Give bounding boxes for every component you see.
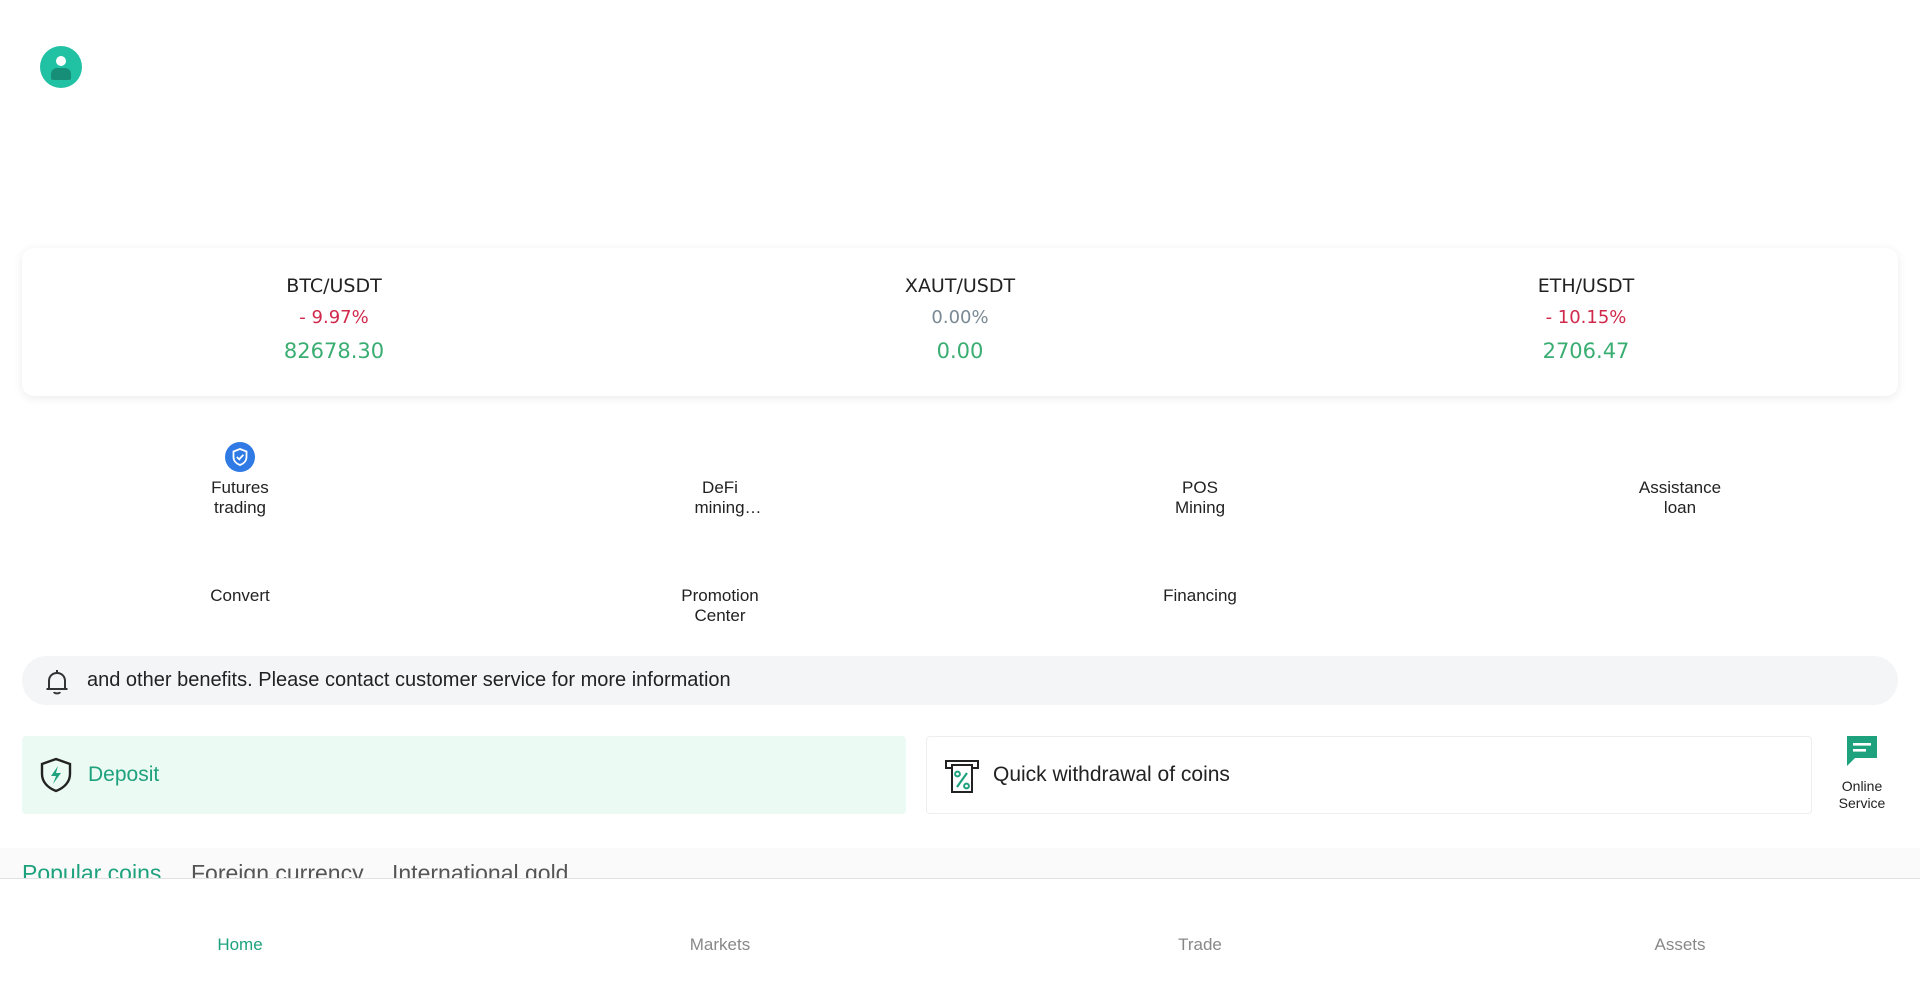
menu-label: trading [214,498,266,517]
menu-assistance-loan[interactable]: Assistance loan [1580,478,1780,518]
nav-trade[interactable]: Trade [1100,935,1300,955]
menu-label: POS [1182,478,1218,497]
menu-defi-mining[interactable]: DeFi mining… [620,478,820,518]
menu-label: Mining [1174,498,1226,517]
ticker-pair: ETH/USDT [1537,275,1635,297]
ticker-change: 0.00% [931,307,989,328]
ticker-price: 2706.47 [1542,339,1630,363]
avatar[interactable] [40,46,82,88]
menu-label: loan [1663,498,1697,517]
menu-label: Promotion [681,586,759,605]
avatar-head [56,56,66,66]
shield-bolt-icon [40,757,72,793]
tab-popular-coins[interactable]: Popular coins [22,860,161,878]
quick-withdrawal-button[interactable]: Quick withdrawal of coins [926,736,1812,814]
menu-label: DeFi [702,478,738,497]
notice-bar[interactable]: and other benefits. Please contact custo… [22,656,1898,705]
ticker-change: - 9.97% [299,307,369,328]
ticker-pair: XAUT/USDT [904,275,1016,297]
deposit-label: Deposit [88,763,160,786]
ticker-change: - 10.15% [1545,307,1627,328]
online-service-label: Service [1838,795,1886,811]
ticker-btc[interactable]: BTC/USDT - 9.97% 82678.30 [204,274,464,364]
online-service-button[interactable]: Online Service [1822,732,1902,812]
chat-icon [1847,736,1877,766]
menu-futures-trading[interactable]: Futures trading [140,478,340,518]
online-service-label: Online [1841,778,1883,794]
notice-text: and other benefits. Please contact custo… [87,669,731,691]
menu-label: Convert [210,586,270,605]
menu-label: Financing [1163,586,1237,605]
avatar-body [51,68,71,80]
atm-withdraw-icon [945,760,979,793]
menu-label: mining… [694,498,762,517]
bell-icon [46,670,68,695]
ticker-price: 0.00 [936,339,984,363]
market-tabs: Popular coins Foreign currency Internati… [0,848,1920,878]
nav-assets[interactable]: Assets [1580,935,1780,955]
nav-home[interactable]: Home [140,935,340,955]
deposit-button[interactable]: Deposit [22,736,906,814]
nav-markets[interactable]: Markets [620,935,820,955]
ticker-xaut[interactable]: XAUT/USDT 0.00% 0.00 [830,274,1090,364]
menu-pos-mining[interactable]: POS Mining [1100,478,1300,518]
ticker-eth[interactable]: ETH/USDT - 10.15% 2706.47 [1456,274,1716,364]
menu-financing[interactable]: Financing [1100,586,1300,606]
menu-convert[interactable]: Convert [140,586,340,606]
shield-check-icon [225,442,255,472]
tab-foreign-currency[interactable]: Foreign currency [191,860,364,878]
tab-international-gold[interactable]: International gold [392,860,568,878]
menu-label: Center [694,606,746,625]
withdraw-label: Quick withdrawal of coins [993,763,1230,786]
menu-label: Futures [211,478,269,497]
ticker-price: 82678.30 [283,339,385,363]
ticker-pair: BTC/USDT [286,275,382,297]
ticker-card: BTC/USDT - 9.97% 82678.30 XAUT/USDT 0.00… [22,248,1898,396]
bottom-nav: Home Markets Trade Assets [0,878,1920,993]
menu-label: Assistance [1638,478,1722,497]
menu-promotion-center[interactable]: Promotion Center [620,586,820,626]
